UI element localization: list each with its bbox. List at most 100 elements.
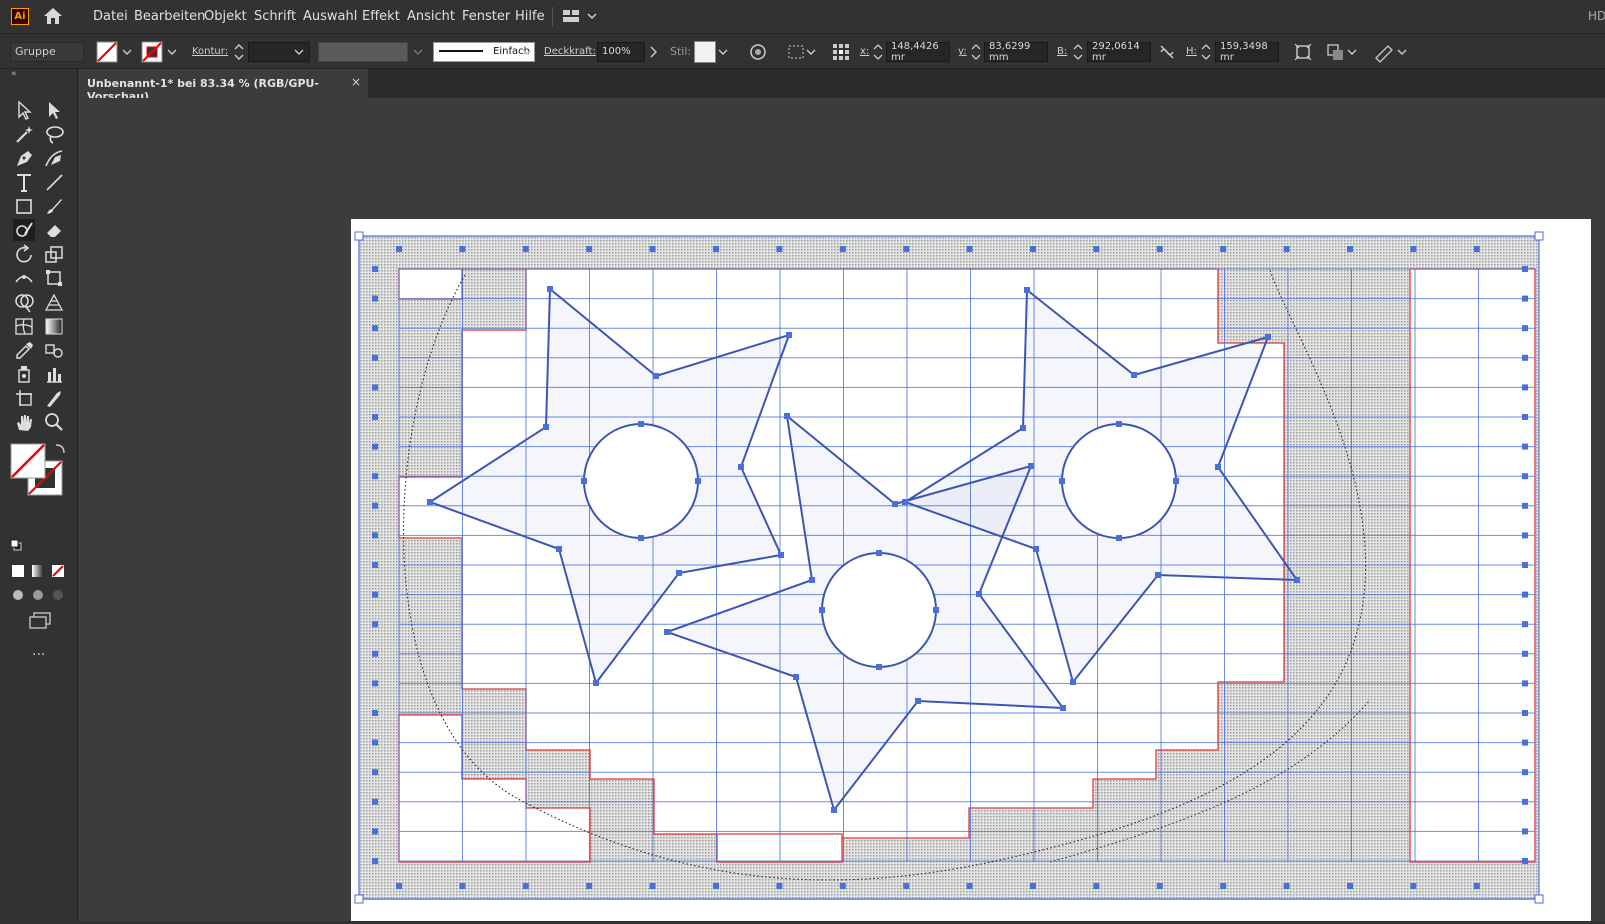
- opacity-arrow-icon[interactable]: [648, 41, 660, 63]
- edge-anchor: [1410, 246, 1417, 252]
- direct-selection-icon[interactable]: [43, 99, 65, 121]
- stroke-weight-dropdown-icon[interactable]: [292, 41, 306, 63]
- artboard[interactable]: [351, 219, 1591, 921]
- menu-auswahl[interactable]: Auswahl: [303, 9, 357, 24]
- menu-ansicht[interactable]: Ansicht: [407, 9, 455, 24]
- edge-anchor: [522, 246, 529, 252]
- document-tab[interactable]: Unbenannt-1* bei 83.34 % (RGB/GPU-Vorsch…: [78, 69, 368, 103]
- artboard-icon[interactable]: [13, 387, 35, 409]
- menu-effekt[interactable]: Effekt: [362, 9, 400, 24]
- edge-anchor: [372, 532, 378, 539]
- magic-wand-icon[interactable]: [13, 123, 35, 145]
- width-icon[interactable]: [13, 267, 35, 289]
- edit-toolbar-icon[interactable]: ...: [32, 643, 45, 659]
- width-input[interactable]: 292,0614 mr: [1087, 41, 1151, 63]
- edge-anchor: [586, 883, 593, 889]
- opacity-input[interactable]: 100%: [597, 41, 645, 62]
- width-stepper-icon[interactable]: [1072, 41, 1084, 63]
- menu-datei[interactable]: Datei: [93, 9, 128, 24]
- anchor-point: [638, 535, 644, 541]
- x-position-input[interactable]: 148,4426 mr: [886, 41, 950, 63]
- menu-schrift[interactable]: Schrift: [254, 9, 296, 24]
- symbol-sprayer-icon[interactable]: [13, 363, 35, 385]
- shaper-icon[interactable]: [13, 219, 35, 241]
- stroke-stepper-icon[interactable]: [232, 41, 246, 63]
- gradient-icon[interactable]: [43, 315, 65, 337]
- fill-swatch[interactable]: [96, 35, 136, 68]
- home-icon[interactable]: [42, 6, 64, 26]
- y-stepper-icon[interactable]: [970, 41, 982, 63]
- default-colors-icon[interactable]: [10, 539, 22, 551]
- draw-mode-buttons[interactable]: [12, 587, 68, 603]
- rectangle-icon[interactable]: [13, 195, 35, 217]
- curvature-icon[interactable]: [43, 147, 65, 169]
- anchor-point: [778, 552, 784, 558]
- lasso-icon[interactable]: [43, 123, 65, 145]
- rotate-icon[interactable]: [13, 243, 35, 265]
- edge-anchor: [839, 246, 846, 252]
- y-position-input[interactable]: 83,6299 mm: [984, 41, 1048, 63]
- brush-dropdown-icon[interactable]: [520, 41, 534, 63]
- y-label: y:: [958, 46, 967, 57]
- selection-icon[interactable]: [13, 99, 35, 121]
- line-segment-icon[interactable]: [43, 171, 65, 193]
- scale-icon[interactable]: [43, 243, 65, 265]
- edge-anchor: [1522, 680, 1528, 687]
- paintbrush-icon[interactable]: [43, 195, 65, 217]
- menu-hilfe[interactable]: Hilfe: [515, 9, 545, 24]
- mesh-icon[interactable]: [13, 315, 35, 337]
- bounding-box-handle: [354, 231, 364, 241]
- stroke-none-icon[interactable]: [141, 41, 181, 63]
- reference-point-icon[interactable]: [830, 41, 852, 63]
- fill-none-icon[interactable]: [96, 41, 136, 63]
- perspective-grid-icon[interactable]: [43, 291, 65, 313]
- edge-anchor: [1522, 650, 1528, 657]
- stroke-swatch[interactable]: [141, 35, 181, 68]
- color-mode-buttons[interactable]: [10, 563, 70, 579]
- shape-builder-icon[interactable]: [13, 291, 35, 313]
- menu-objekt[interactable]: Objekt: [204, 9, 247, 24]
- edge-anchor: [1473, 246, 1480, 252]
- blend-icon[interactable]: [43, 339, 65, 361]
- selection-type: Gruppe: [10, 41, 84, 62]
- variable-width-profile[interactable]: [318, 41, 408, 62]
- hand-icon[interactable]: [13, 411, 35, 433]
- isolate-group-icon[interactable]: [1373, 41, 1407, 63]
- edge-anchor: [1522, 414, 1528, 420]
- graphic-style-swatch[interactable]: [694, 40, 716, 63]
- type-icon[interactable]: [13, 171, 35, 193]
- transform-icon[interactable]: [1293, 41, 1313, 63]
- artwork[interactable]: [351, 219, 1591, 921]
- align-options-icon[interactable]: [787, 41, 817, 63]
- zoom-icon[interactable]: [43, 411, 65, 433]
- close-document-icon[interactable]: ×: [351, 75, 361, 89]
- white-region-topleft: [398, 268, 463, 300]
- edge-anchor: [372, 473, 378, 480]
- edge-anchor: [1030, 883, 1036, 889]
- eyedropper-icon[interactable]: [13, 339, 35, 361]
- arrange-icon[interactable]: [1325, 41, 1357, 63]
- edge-anchor: [372, 354, 378, 361]
- height-stepper-icon[interactable]: [1200, 41, 1212, 63]
- edge-anchor: [372, 858, 378, 864]
- menu-fenster[interactable]: Fenster: [462, 9, 510, 24]
- free-transform-icon[interactable]: [43, 267, 65, 289]
- recolor-artwork-icon[interactable]: [748, 41, 768, 63]
- height-input[interactable]: 159,3498 mr: [1215, 41, 1279, 63]
- slice-icon[interactable]: [43, 387, 65, 409]
- collapse-panel-icon[interactable]: «: [11, 69, 17, 79]
- menu-bearbeiten[interactable]: Bearbeiten: [134, 9, 205, 24]
- constrain-proportions-icon[interactable]: [1158, 41, 1176, 63]
- edge-anchor: [372, 769, 378, 776]
- profile-dropdown-icon[interactable]: [411, 41, 425, 63]
- eraser-icon[interactable]: [43, 219, 65, 241]
- edge-anchor: [372, 502, 378, 509]
- fill-stroke-swatches[interactable]: [10, 443, 68, 497]
- anchor-point: [581, 478, 587, 484]
- x-stepper-icon[interactable]: [872, 41, 884, 63]
- workspace-switcher-icon[interactable]: [562, 8, 598, 26]
- style-dropdown-icon[interactable]: [716, 41, 730, 63]
- screen-mode-icon[interactable]: [28, 611, 52, 629]
- column-graph-icon[interactable]: [43, 363, 65, 385]
- pen-icon[interactable]: [13, 147, 35, 169]
